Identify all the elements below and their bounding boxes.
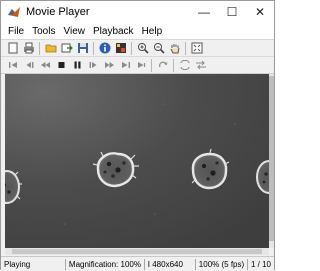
movie-player-window: Movie Player — ☐ ✕ File Tools View Playb…	[0, 0, 275, 271]
save-icon[interactable]	[76, 41, 90, 55]
frame-rate-readout: 100% (5 fps)	[198, 259, 245, 269]
forward-backward-icon[interactable]	[178, 58, 192, 72]
minimize-button[interactable]: —	[190, 1, 218, 23]
zoom-in-icon[interactable]	[136, 41, 150, 55]
jump-to-icon[interactable]	[134, 58, 148, 72]
maximize-button[interactable]: ☐	[218, 1, 246, 23]
close-button[interactable]: ✕	[246, 1, 274, 23]
playback-state: Playing	[4, 259, 31, 269]
window-title: Movie Player	[26, 6, 90, 18]
rewind-icon[interactable]	[38, 58, 52, 72]
info-icon[interactable]	[98, 41, 112, 55]
menu-playback[interactable]: Playback	[89, 26, 138, 37]
main-toolbar	[1, 39, 274, 56]
toolbar-separator	[39, 41, 40, 55]
toolbar-separator	[151, 58, 152, 72]
stop-icon[interactable]	[54, 58, 68, 72]
open-folder-icon[interactable]	[44, 41, 58, 55]
menu-help[interactable]: Help	[138, 26, 167, 37]
video-frame[interactable]	[5, 74, 269, 248]
frame-counter: 1 / 10	[250, 259, 271, 269]
matlab-icon	[8, 7, 20, 17]
toolbar-separator	[93, 41, 94, 55]
pause-icon[interactable]	[70, 58, 84, 72]
vertical-scrollbar[interactable]	[269, 74, 274, 248]
menu-view[interactable]: View	[59, 26, 89, 37]
vertical-scroll-thumb[interactable]	[269, 76, 274, 241]
print-icon[interactable]	[22, 41, 36, 55]
title-bar[interactable]: Movie Player — ☐ ✕	[1, 1, 274, 23]
step-back-icon[interactable]	[22, 58, 36, 72]
toolbar-separator	[185, 41, 186, 55]
magnification-readout: Magnification: 100%	[68, 259, 141, 269]
export-icon[interactable]	[60, 41, 74, 55]
toolbar-separator	[131, 41, 132, 55]
new-icon[interactable]	[6, 41, 20, 55]
go-to-first-icon[interactable]	[6, 58, 20, 72]
cell-image	[5, 74, 269, 248]
menu-tools[interactable]: Tools	[28, 26, 59, 37]
horizontal-scroll-thumb[interactable]	[12, 249, 262, 254]
colormap-icon[interactable]	[114, 41, 128, 55]
menu-file[interactable]: File	[1, 26, 28, 37]
playback-mode-icon[interactable]	[194, 58, 208, 72]
frame-size-readout: I 480x640	[147, 259, 183, 269]
status-bar: Playing Magnification: 100% I 480x640 10…	[1, 256, 274, 271]
zoom-out-icon[interactable]	[152, 41, 166, 55]
fit-to-window-icon[interactable]	[190, 41, 204, 55]
horizontal-scrollbar[interactable]	[5, 248, 269, 255]
fast-forward-icon[interactable]	[102, 58, 116, 72]
step-forward-icon[interactable]	[86, 58, 100, 72]
toolbar-separator	[173, 58, 174, 72]
playback-toolbar	[1, 56, 274, 74]
loop-icon[interactable]	[156, 58, 170, 72]
menu-bar: File Tools View Playback Help	[1, 23, 274, 39]
go-to-last-icon[interactable]	[118, 58, 132, 72]
pan-hand-icon[interactable]	[168, 41, 182, 55]
